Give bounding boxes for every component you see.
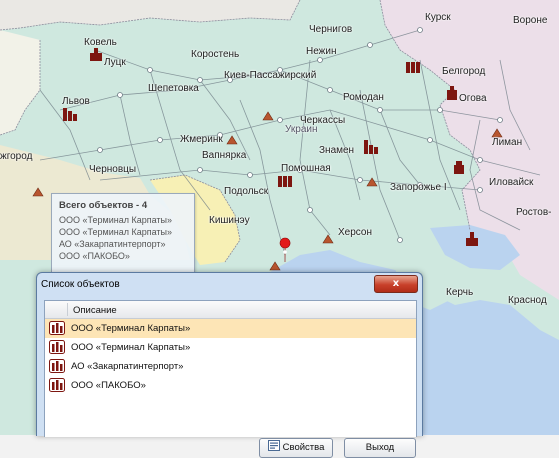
building-icon (49, 321, 65, 335)
building-icon (49, 378, 65, 392)
column-header-description[interactable]: Описание (73, 305, 117, 316)
grid-row[interactable]: АО «Закарпатинтерпорт» (45, 357, 416, 376)
grid-row[interactable]: ООО «ПАКОБО» (45, 376, 416, 395)
city-label: Украин (285, 124, 318, 135)
city-label: Херсон (338, 227, 372, 238)
city-label: Жмеринк (180, 134, 223, 145)
city-label: Вороне (513, 15, 548, 26)
city-label: Белгород (442, 66, 486, 77)
city-label: Ромодан (343, 92, 384, 103)
city-label: Знамен (319, 145, 355, 156)
city-label: Кишинэу (209, 215, 250, 226)
city-label: Краснод (508, 295, 547, 306)
objects-list-dialog: Список объектов x Описание ООО «Терминал… (36, 272, 423, 458)
building-icon (49, 340, 65, 354)
grid-header: Описание (45, 301, 416, 319)
properties-button[interactable]: Свойства (259, 438, 333, 458)
tooltip-item: ООО «Терминал Карпаты» (59, 215, 172, 225)
row-description: ООО «Терминал Карпаты» (71, 342, 191, 353)
row-description: АО «Закарпатинтерпорт» (71, 361, 184, 372)
city-label: Луцк (104, 57, 126, 68)
city-label: Ростов- (516, 207, 552, 218)
city-label: Нежин (306, 46, 337, 57)
exit-button[interactable]: Выход (344, 438, 416, 458)
tooltip-item: ООО «Терминал Карпаты» (59, 227, 172, 237)
grid-row[interactable]: ООО «Терминал Карпаты» (45, 338, 416, 357)
city-label: Керчь (446, 287, 474, 298)
close-button[interactable]: x (374, 275, 418, 293)
city-label: Черновцы (89, 164, 137, 175)
city-label: Лиман (492, 137, 523, 148)
city-label: Иловайск (489, 177, 534, 188)
city-label: Львов (62, 96, 90, 107)
city-label: Помошная (281, 163, 331, 174)
city-label: Подольск (224, 186, 269, 197)
city-label: Вапнярка (202, 150, 247, 161)
row-description: ООО «ПАКОБО» (71, 380, 146, 391)
city-label: Чернигов (309, 24, 353, 35)
grid-row[interactable]: ООО «Терминал Карпаты» (45, 319, 416, 338)
tooltip-item: ООО «ПАКОБО» (59, 251, 130, 261)
properties-label: Свойства (282, 442, 325, 453)
tooltip-item: АО «Закарпатинтерпорт» (59, 239, 166, 249)
header-separator (67, 303, 68, 316)
city-label: Курск (425, 12, 451, 23)
city-label: Ковель (84, 37, 117, 48)
properties-icon (267, 440, 280, 451)
row-description: ООО «Терминал Карпаты» (71, 323, 191, 334)
city-label: жгород (0, 151, 33, 162)
tooltip-title: Всего объектов - 4 (59, 200, 148, 211)
building-icon (49, 359, 65, 373)
city-label: Киев-Пассажирский (224, 70, 317, 81)
objects-grid: Описание ООО «Терминал Карпаты» ООО «Тер… (44, 300, 417, 458)
objects-tooltip: Всего объектов - 4 ООО «Терминал Карпаты… (51, 193, 195, 274)
city-label: Огова (459, 93, 487, 104)
city-label: Запорожье I (390, 182, 447, 193)
dialog-title: Список объектов (41, 279, 120, 290)
city-label: Шепетовка (148, 83, 199, 94)
city-label: Коростень (191, 49, 240, 60)
